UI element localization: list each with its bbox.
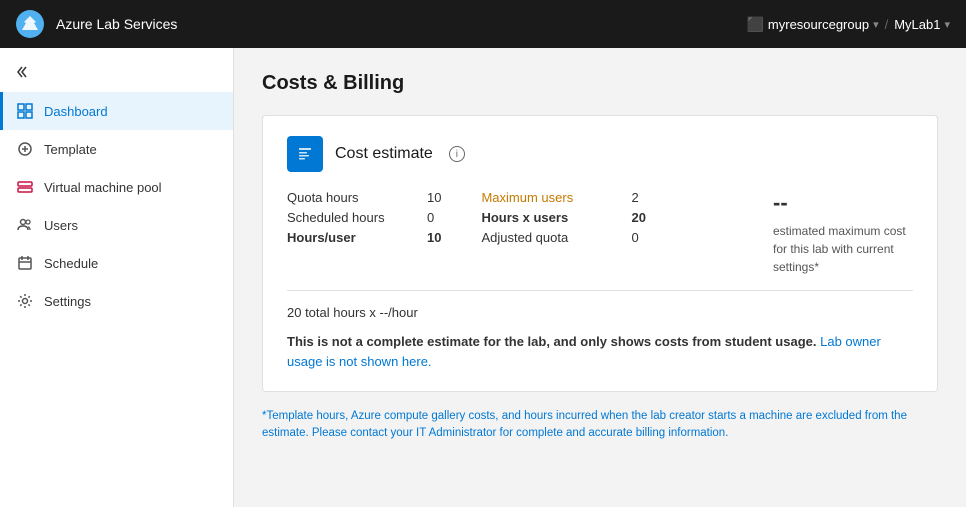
sidebar: Dashboard Template <box>0 48 234 507</box>
app-name: Azure Lab Services <box>56 16 177 32</box>
cost-columns: Quota hours 10 Scheduled hours 0 Hours/u… <box>287 190 713 276</box>
cost-row-6: Adjusted quota 0 <box>481 230 645 245</box>
schedule-icon <box>16 254 34 272</box>
cost-right-column: Maximum users 2 Hours x users 20 Adjuste… <box>481 190 645 250</box>
sidebar-item-settings[interactable]: Settings <box>0 282 233 320</box>
quota-hours-label: Quota hours <box>287 190 407 205</box>
main-content: Costs & Billing Cost estimate i <box>234 48 966 507</box>
sidebar-collapse-button[interactable] <box>0 56 233 88</box>
vm-pool-icon <box>16 178 34 196</box>
chevron-down-icon-lab: ▾ <box>944 18 950 31</box>
template-icon <box>16 140 34 158</box>
sidebar-item-label-settings: Settings <box>44 294 91 309</box>
sidebar-item-label-dashboard: Dashboard <box>44 104 108 119</box>
footnote: *Template hours, Azure compute gallery c… <box>262 408 938 443</box>
sidebar-nav: Dashboard Template <box>0 92 233 320</box>
adjusted-quota-label: Adjusted quota <box>481 230 611 245</box>
cost-row-4: Maximum users 2 <box>481 190 645 205</box>
sidebar-item-vm-pool[interactable]: Virtual machine pool <box>0 168 233 206</box>
breadcrumb: ⬛ myresourcegroup ▾ / MyLab1 ▾ <box>746 16 950 33</box>
page-title: Costs & Billing <box>262 72 938 95</box>
sidebar-item-label-schedule: Schedule <box>44 256 98 271</box>
settings-icon <box>16 292 34 310</box>
adjusted-quota-value: 0 <box>631 230 638 245</box>
resource-group-icon: ⬛ <box>746 16 763 33</box>
card-title: Cost estimate <box>335 145 433 163</box>
hours-per-user-value: 10 <box>427 230 441 245</box>
card-divider <box>287 290 913 291</box>
main-layout: Dashboard Template <box>0 48 966 507</box>
resource-group-breadcrumb[interactable]: ⬛ myresourcegroup ▾ <box>746 16 878 33</box>
chevron-down-icon: ▾ <box>873 18 879 31</box>
total-hours-text: 20 total hours x --/hour <box>287 305 913 320</box>
max-users-value: 2 <box>631 190 638 205</box>
hours-x-users-label: Hours x users <box>481 210 611 225</box>
sidebar-item-schedule[interactable]: Schedule <box>0 244 233 282</box>
info-icon[interactable]: i <box>449 146 465 162</box>
cost-estimate-card: Cost estimate i Quota hours 10 <box>262 115 938 392</box>
cost-row-2: Scheduled hours 0 <box>287 210 441 225</box>
cost-right-label: estimated maximum costfor this lab with … <box>773 222 913 276</box>
collapse-icon <box>16 64 32 80</box>
topbar: Azure Lab Services ⬛ myresourcegroup ▾ /… <box>0 0 966 48</box>
cost-data-section: Quota hours 10 Scheduled hours 0 Hours/u… <box>287 190 913 276</box>
cost-row-5: Hours x users 20 <box>481 210 645 225</box>
app-logo <box>16 10 44 38</box>
lab-breadcrumb[interactable]: MyLab1 ▾ <box>894 17 950 32</box>
cost-rows-container: Quota hours 10 Scheduled hours 0 Hours/u… <box>287 190 713 250</box>
quota-hours-value: 10 <box>427 190 441 205</box>
sidebar-item-label-users: Users <box>44 218 78 233</box>
cost-row-1: Quota hours 10 <box>287 190 441 205</box>
cost-row-3: Hours/user 10 <box>287 230 441 245</box>
sidebar-item-dashboard[interactable]: Dashboard <box>0 92 233 130</box>
cost-left-column: Quota hours 10 Scheduled hours 0 Hours/u… <box>287 190 441 250</box>
sidebar-item-label-template: Template <box>44 142 97 157</box>
sidebar-item-users[interactable]: Users <box>0 206 233 244</box>
hours-x-users-value: 20 <box>631 210 645 225</box>
cost-estimate-icon <box>287 136 323 172</box>
cost-dashes: -- <box>773 190 913 216</box>
users-icon <box>16 216 34 234</box>
dashboard-icon <box>16 102 34 120</box>
breadcrumb-separator: / <box>885 17 889 32</box>
scheduled-hours-label: Scheduled hours <box>287 210 407 225</box>
cost-summary: -- estimated maximum costfor this lab wi… <box>713 190 913 276</box>
max-users-label: Maximum users <box>481 190 611 205</box>
estimate-note-bold: This is not a complete estimate for the … <box>287 334 817 349</box>
hours-per-user-label: Hours/user <box>287 230 407 245</box>
sidebar-item-label-vm-pool: Virtual machine pool <box>44 180 162 195</box>
card-header: Cost estimate i <box>287 136 913 172</box>
sidebar-item-template[interactable]: Template <box>0 130 233 168</box>
estimate-note: This is not a complete estimate for the … <box>287 332 913 371</box>
scheduled-hours-value: 0 <box>427 210 434 225</box>
